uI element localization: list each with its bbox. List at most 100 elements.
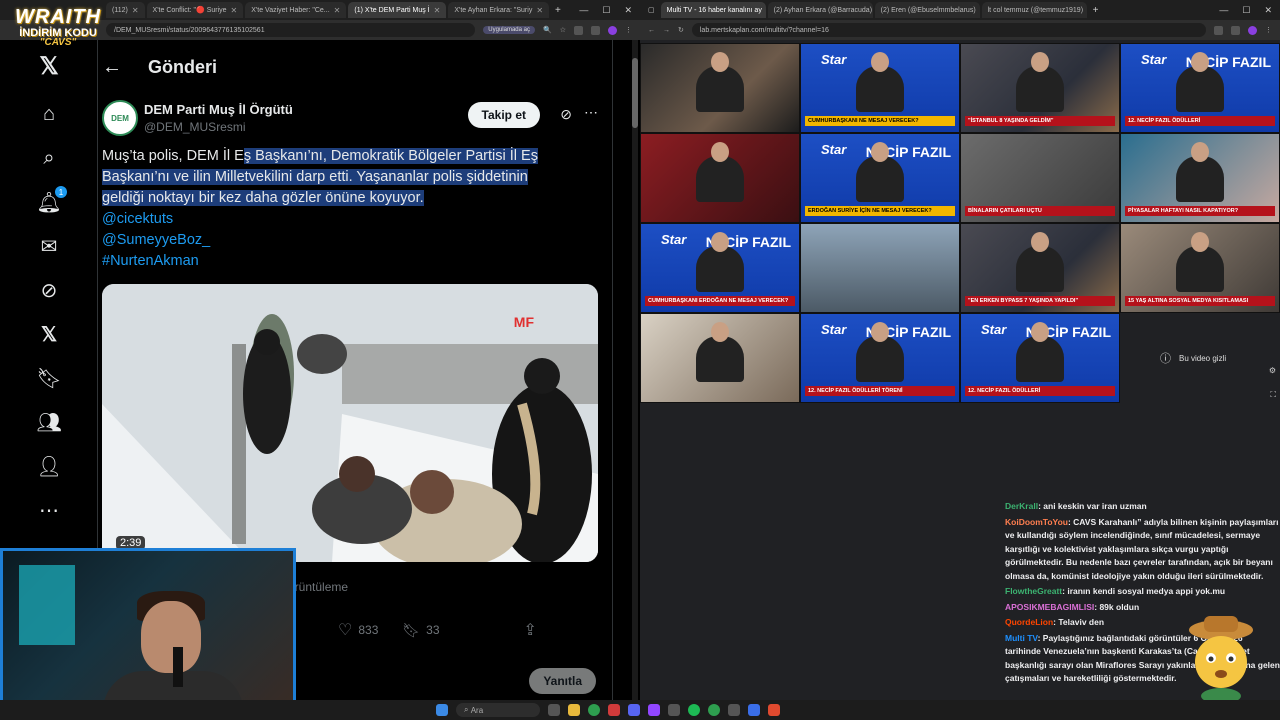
- forward-icon[interactable]: →: [663, 27, 670, 34]
- app-icon[interactable]: [748, 704, 760, 716]
- twitch-icon[interactable]: [648, 704, 660, 716]
- scrollbar-thumb[interactable]: [632, 58, 638, 128]
- premium-x-icon[interactable]: 𝕏: [37, 322, 61, 346]
- windows-start-icon[interactable]: [436, 704, 448, 716]
- grok-icon[interactable]: ⊘: [37, 278, 61, 302]
- tab-eren[interactable]: (2) Eren (@Ebuselmmbelarus)✕: [874, 2, 980, 18]
- file-explorer-icon[interactable]: [568, 704, 580, 716]
- follow-button[interactable]: Takip et: [467, 102, 540, 128]
- taskbar-search[interactable]: ⌕ Ara: [456, 703, 540, 717]
- chat-username[interactable]: Multi TV: [1005, 633, 1038, 643]
- author-handle[interactable]: @DEM_MUSresmi: [144, 120, 246, 134]
- extension-icon[interactable]: [1231, 25, 1240, 35]
- tab-multitv[interactable]: Multi TV - 16 haber kanalını ay✕: [660, 2, 766, 18]
- maximize-icon[interactable]: ☐: [1242, 5, 1250, 16]
- tab-overview-icon[interactable]: ▢: [644, 6, 659, 14]
- close-icon[interactable]: ✕: [334, 6, 341, 15]
- open-in-app-pill[interactable]: Uygulamada aç: [483, 26, 535, 34]
- share-button[interactable]: ⇪: [524, 620, 537, 640]
- star-icon[interactable]: ☆: [560, 26, 566, 34]
- tv-channel-tile[interactable]: "EN ERKEN BYPASS 7 YAŞINDA YAPILDI": [960, 223, 1120, 313]
- more-icon[interactable]: ⋯: [37, 498, 61, 522]
- extension-icon[interactable]: [591, 25, 600, 35]
- tv-channel-tile[interactable]: BİNALARIN ÇATILARI UÇTU: [960, 133, 1120, 223]
- tv-channel-tile[interactable]: [640, 43, 800, 133]
- discord-icon[interactable]: [628, 704, 640, 716]
- new-tab-icon[interactable]: +: [1089, 5, 1103, 16]
- chat-username[interactable]: FlowtheGreatt: [1005, 586, 1062, 596]
- url-field[interactable]: /DEM_MUSresmi/status/2009643776135102561: [106, 23, 476, 37]
- page-scrollbar[interactable]: [632, 40, 638, 700]
- tv-channel-tile[interactable]: [800, 223, 960, 313]
- tab-4-active[interactable]: (1) X'te DEM Parti Muş İ ✕: [348, 2, 447, 18]
- profile-icon[interactable]: 👤︎: [36, 454, 61, 478]
- chat-username[interactable]: APOSIKMEBAGIMLISI: [1005, 602, 1094, 612]
- chat-username[interactable]: QuordeLion: [1005, 617, 1053, 627]
- obs-icon[interactable]: [728, 704, 740, 716]
- more-options-icon[interactable]: ⋯: [584, 104, 598, 121]
- tab-3[interactable]: X'te Vaziyet Haber: "Ce... ✕: [245, 2, 347, 18]
- avatar[interactable]: DEM: [102, 100, 138, 136]
- app-icon[interactable]: [768, 704, 780, 716]
- bookmark-button[interactable]: 🔖︎ 33: [402, 622, 439, 639]
- app-icon[interactable]: [668, 704, 680, 716]
- profile-icon[interactable]: [608, 25, 617, 35]
- tv-channel-tile[interactable]: "İSTANBUL 8 YAŞINDA GELDİM": [960, 43, 1120, 133]
- maximize-icon[interactable]: ☐: [602, 5, 610, 16]
- reply-button[interactable]: Yanıtla: [529, 668, 596, 694]
- tab-5[interactable]: X'te Ayhan Erkara: "Suriy ✕: [448, 2, 550, 18]
- extension-icon[interactable]: [574, 25, 583, 35]
- close-icon[interactable]: ✕: [231, 6, 238, 15]
- tv-channel-tile[interactable]: Star NECİP FAZIL CUMHURBAŞKANI ERDOĞAN NE …: [640, 223, 800, 313]
- tv-channel-tile[interactable]: [640, 313, 800, 403]
- chrome-icon[interactable]: [588, 704, 600, 716]
- tv-channel-tile[interactable]: Star NECİP FAZIL 12. NECİP FAZIL ÖDÜLLERİ: [1120, 43, 1280, 133]
- close-icon[interactable]: ✕: [434, 6, 441, 15]
- back-icon[interactable]: ←: [648, 27, 655, 34]
- tv-channel-tile[interactable]: PİYASALAR HAFTAYI NASIL KAPATIYOR?: [1120, 133, 1280, 223]
- mention-link[interactable]: @cicektuts: [102, 209, 572, 230]
- fullscreen-icon[interactable]: ⛶: [1270, 390, 1276, 400]
- menu-dots-icon[interactable]: ⋮: [625, 26, 632, 34]
- author-name[interactable]: DEM Parti Muş İl Örgütü: [144, 102, 293, 117]
- tv-channel-tile[interactable]: 15 YAŞ ALTINA SOSYAL MEDYA KISITLAMASI: [1120, 223, 1280, 313]
- home-icon[interactable]: ⌂: [37, 102, 61, 126]
- tv-channel-tile[interactable]: Star CUMHURBAŞKANI NE MESAJ VERECEK?: [800, 43, 960, 133]
- bookmarks-icon[interactable]: 🔖︎: [36, 366, 61, 390]
- zoom-icon[interactable]: 🔍: [543, 26, 552, 34]
- chat-username[interactable]: KoiDoomToYou: [1005, 517, 1068, 527]
- app-icon[interactable]: [608, 704, 620, 716]
- chat-username[interactable]: DerKrall: [1005, 501, 1038, 511]
- chrome-icon[interactable]: [708, 704, 720, 716]
- tab-ayhan[interactable]: (2) Ayhan Erkara (@Barracuda)✕: [767, 2, 873, 18]
- search-icon[interactable]: ⌕: [37, 146, 61, 170]
- like-button[interactable]: ♡ 833: [338, 620, 378, 640]
- mention-link[interactable]: @SumeyyeBoz_: [102, 230, 572, 251]
- tab-2[interactable]: X'te Conflict: "🔴 Suriye ✕: [146, 2, 244, 18]
- communities-icon[interactable]: 👥︎: [36, 410, 61, 434]
- close-icon[interactable]: ✕: [132, 6, 139, 15]
- tv-channel-tile[interactable]: Star NECİP FAZIL 12. NECİP FAZIL ÖDÜLLERİ: [960, 313, 1120, 403]
- x-logo-icon[interactable]: 𝕏: [37, 53, 61, 80]
- tab-1[interactable]: (112) ✕: [106, 2, 145, 18]
- back-arrow-icon[interactable]: ←: [102, 56, 122, 79]
- messages-icon[interactable]: ✉: [37, 234, 61, 258]
- minimize-icon[interactable]: —: [1219, 5, 1228, 16]
- close-window-icon[interactable]: ✕: [1264, 5, 1272, 16]
- reload-icon[interactable]: ↻: [678, 26, 684, 34]
- minimize-icon[interactable]: —: [579, 5, 588, 16]
- menu-dots-icon[interactable]: ⋮: [1265, 26, 1272, 34]
- spotify-icon[interactable]: [688, 704, 700, 716]
- post-video[interactable]: MF: [102, 284, 598, 562]
- profile-icon[interactable]: [1248, 25, 1257, 35]
- tv-channel-tile[interactable]: Star NECİP FAZIL ERDOĞAN SURİYE İÇİN NE ME…: [800, 133, 960, 223]
- new-tab-icon[interactable]: +: [551, 5, 565, 16]
- notifications-icon[interactable]: 🔔︎ 1: [36, 186, 67, 214]
- grok-explain-icon[interactable]: ⊘: [560, 106, 572, 123]
- url-field[interactable]: lab.mertskaplan.com/multitv/?channel=16: [691, 23, 1206, 37]
- tv-channel-tile[interactable]: [640, 133, 800, 223]
- settings-icon[interactable]: ⚙: [1269, 366, 1276, 375]
- task-view-icon[interactable]: [548, 704, 560, 716]
- tv-channel-tile[interactable]: Star NECİP FAZIL 12. NECİP FAZIL ÖDÜLLERİ …: [800, 313, 960, 403]
- tab-temmuz[interactable]: lt col temmuz (@temmuz1919)✕: [981, 2, 1087, 18]
